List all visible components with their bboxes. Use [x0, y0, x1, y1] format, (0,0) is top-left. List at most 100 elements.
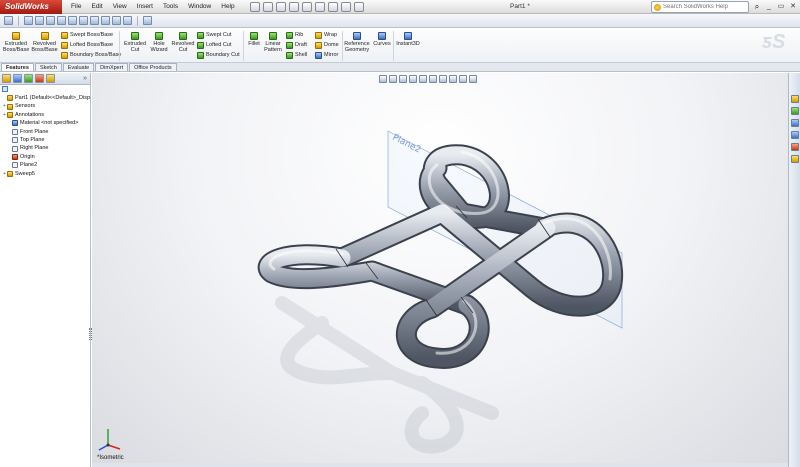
window-controls: _ ▭ ✕ — [764, 1, 798, 12]
save-icon[interactable] — [275, 1, 286, 12]
spline-icon[interactable] — [90, 16, 99, 25]
tree-node-sensors[interactable]: + Sensors — [0, 102, 90, 110]
lofted-boss-button[interactable]: Lofted Boss/Base — [61, 41, 113, 49]
rectangle-icon[interactable] — [57, 16, 66, 25]
lofted-cut-button[interactable]: Lofted Cut — [197, 41, 231, 49]
dimxpert-manager-tab-icon[interactable] — [35, 74, 44, 83]
view-palette-icon[interactable] — [790, 131, 799, 139]
tree-node-label: Part1 (Default<<Default>_Disp — [15, 95, 91, 101]
menu-file[interactable]: File — [66, 0, 86, 14]
tree-node-label: Right Plane — [20, 145, 49, 152]
menu-window[interactable]: Window — [183, 0, 216, 14]
solidworks-logo[interactable]: SolidWorks — [0, 0, 62, 14]
tree-node-plane2[interactable]: Plane2 — [0, 161, 90, 169]
tree-node-origin[interactable]: Origin — [0, 153, 90, 161]
graphics-status-strip — [92, 463, 788, 467]
open-folder-icon[interactable] — [262, 1, 273, 12]
rebuild-icon[interactable] — [327, 1, 338, 12]
tree-node-front-plane[interactable]: Front Plane — [0, 128, 90, 136]
fillet-button[interactable]: Fillet — [245, 32, 263, 47]
menu-edit[interactable]: Edit — [86, 0, 107, 14]
reference-geometry-label: Reference Geometry — [344, 41, 370, 53]
measure-icon[interactable] — [143, 16, 152, 25]
tree-node-top-plane[interactable]: Top Plane — [0, 136, 90, 144]
rib-button[interactable]: Rib — [286, 31, 303, 39]
options-gear-icon[interactable] — [353, 1, 364, 12]
undo-icon[interactable] — [301, 1, 312, 12]
polygon-icon[interactable] — [101, 16, 110, 25]
boundary-boss-button[interactable]: Boundary Boss/Base — [61, 51, 121, 59]
solidworks-resources-icon[interactable] — [790, 95, 799, 103]
graphics-area[interactable]: Plane2 *Isometric — [92, 73, 788, 467]
dome-button[interactable]: Dome — [315, 41, 339, 49]
menu-view[interactable]: View — [108, 0, 132, 14]
circle-icon[interactable] — [68, 16, 77, 25]
tree-node-part1[interactable]: Part1 (Default<<Default>_Disp — [0, 94, 90, 102]
linear-pattern-icon — [269, 32, 277, 40]
search-magnifier-icon[interactable]: ⌕ — [752, 1, 762, 13]
tree-node-material[interactable]: Material <not specified> — [0, 119, 90, 127]
select-arrow-icon[interactable] — [314, 1, 325, 12]
display-manager-tab-icon[interactable] — [46, 74, 55, 83]
revolved-cut-label: Revolved Cut — [171, 41, 195, 53]
restore-button[interactable]: ▭ — [776, 1, 786, 12]
expand-pane-arrows-icon[interactable]: » — [83, 75, 87, 82]
new-document-icon[interactable] — [249, 1, 260, 12]
file-properties-icon[interactable] — [340, 1, 351, 12]
instant3d-icon — [404, 32, 412, 40]
sketch-icon[interactable] — [24, 16, 33, 25]
tab-dimxpert[interactable]: DimXpert — [95, 63, 129, 71]
part-icon — [7, 95, 13, 102]
revolved-boss-button[interactable]: Revolved Boss/Base — [31, 32, 58, 53]
arc-icon[interactable] — [79, 16, 88, 25]
menu-insert[interactable]: Insert — [132, 0, 158, 14]
extruded-boss-button[interactable]: Extruded Boss/Base — [3, 32, 29, 53]
feature-manager-pane: » Part1 (Default<<Default>_Disp + Sensor… — [0, 73, 92, 467]
minimize-button[interactable]: _ — [764, 1, 774, 12]
filter-funnel-icon[interactable] — [2, 86, 8, 92]
instant3d-button[interactable]: Instant3D — [395, 32, 421, 47]
curves-button[interactable]: Curves — [372, 32, 392, 47]
help-search-box[interactable] — [651, 1, 749, 13]
wrap-button[interactable]: Wrap — [315, 31, 337, 39]
tab-features[interactable]: Features — [1, 63, 34, 71]
custom-properties-icon[interactable] — [790, 155, 799, 163]
swept-cut-button[interactable]: Swept Cut — [197, 31, 231, 39]
configuration-manager-tab-icon[interactable] — [24, 74, 33, 83]
close-button[interactable]: ✕ — [788, 1, 798, 12]
new-icon[interactable] — [4, 16, 13, 25]
property-manager-tab-icon[interactable] — [13, 74, 22, 83]
swept-boss-button[interactable]: Swept Boss/Base — [61, 31, 113, 39]
linear-pattern-button[interactable]: Linear Pattern — [262, 32, 284, 53]
feature-manager-tab-icon[interactable] — [2, 74, 11, 83]
tree-node-label: Sweep5 — [15, 170, 35, 177]
file-explorer-icon[interactable] — [790, 119, 799, 127]
revolved-cut-button[interactable]: Revolved Cut — [171, 32, 195, 53]
tab-office-products[interactable]: Office Products — [129, 63, 177, 71]
appearances-scenes-icon[interactable] — [790, 143, 799, 151]
reference-geometry-button[interactable]: Reference Geometry — [344, 32, 370, 53]
boundary-cut-button[interactable]: Boundary Cut — [197, 51, 240, 59]
tree-node-right-plane[interactable]: Right Plane — [0, 144, 90, 152]
tree-node-annotations[interactable]: + Annotations — [0, 111, 90, 119]
mirror-button[interactable]: Mirror — [315, 51, 338, 59]
hole-wizard-button[interactable]: Hole Wizard — [149, 32, 169, 53]
shell-button[interactable]: Shell — [286, 51, 307, 59]
help-search-input[interactable] — [663, 4, 743, 10]
menu-tools[interactable]: Tools — [158, 0, 183, 14]
dome-label: Dome — [324, 42, 339, 48]
swept-knot-model[interactable]: Plane2 — [92, 73, 788, 467]
tree-node-label: Top Plane — [20, 136, 45, 143]
trim-icon[interactable] — [112, 16, 121, 25]
smart-dimension-icon[interactable] — [35, 16, 44, 25]
tab-evaluate[interactable]: Evaluate — [62, 63, 95, 71]
print-icon[interactable] — [288, 1, 299, 12]
offset-icon[interactable] — [123, 16, 132, 25]
extruded-cut-button[interactable]: Extruded Cut — [123, 32, 147, 53]
menu-help[interactable]: Help — [216, 0, 239, 14]
line-icon[interactable] — [46, 16, 55, 25]
tree-node-sweep5[interactable]: + Sweep5 — [0, 170, 90, 178]
draft-button[interactable]: Draft — [286, 41, 307, 49]
design-library-icon[interactable] — [790, 107, 799, 115]
tab-sketch[interactable]: Sketch — [34, 63, 62, 71]
